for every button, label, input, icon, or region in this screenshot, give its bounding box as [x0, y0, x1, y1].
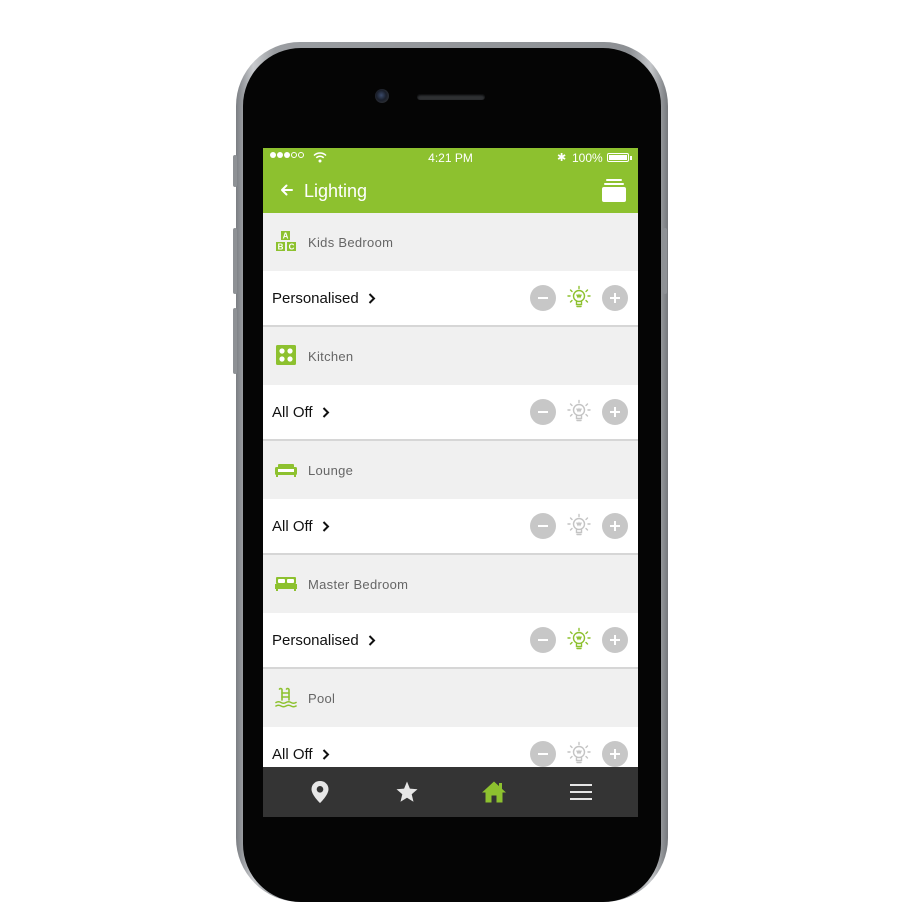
room-header-pool: Pool: [263, 669, 638, 727]
decrease-brightness-button[interactable]: [530, 627, 556, 653]
decrease-brightness-button[interactable]: [530, 741, 556, 767]
app-screen: 4:21 PM ✱ 100% Lighting A B C Kids Bedro…: [263, 148, 638, 817]
increase-brightness-button[interactable]: [602, 741, 628, 767]
room-header-master-bedroom: Master Bedroom: [263, 555, 638, 613]
mute-switch: [233, 155, 237, 187]
minus-icon: [538, 411, 548, 413]
scene-mode-link[interactable]: All Off: [272, 404, 330, 421]
scene-mode-link[interactable]: Personalised: [272, 290, 376, 307]
svg-text:B: B: [278, 243, 284, 252]
app-header: Lighting: [263, 168, 638, 213]
plus-icon: [610, 407, 620, 417]
plus-icon: [610, 635, 620, 645]
room-control-row: Personalised: [263, 271, 638, 327]
decrease-brightness-button[interactable]: [530, 285, 556, 311]
plus-icon: [610, 749, 620, 759]
increase-brightness-button[interactable]: [602, 399, 628, 425]
back-arrow-icon: [281, 184, 293, 196]
light-bulb-on-icon[interactable]: [566, 627, 592, 653]
abc-blocks-icon: A B C: [276, 231, 296, 252]
svg-text:C: C: [289, 243, 295, 252]
room-name: Kids Bedroom: [308, 235, 394, 250]
page-title: Lighting: [304, 181, 368, 201]
star-icon: [396, 781, 417, 802]
minus-icon: [538, 639, 548, 641]
room-name: Master Bedroom: [308, 577, 409, 592]
room-control-row: Personalised: [263, 613, 638, 669]
power-button: [663, 228, 667, 294]
volume-up-button: [233, 228, 237, 294]
battery-percentage: 100%: [572, 151, 603, 165]
tab-home[interactable]: [447, 767, 540, 817]
room-name: Pool: [308, 691, 336, 706]
plus-icon: [610, 521, 620, 531]
room-header-kitchen: Kitchen: [263, 327, 638, 385]
volume-down-button: [233, 308, 237, 374]
increase-brightness-button[interactable]: [602, 285, 628, 311]
scene-mode-label: All Off: [272, 518, 313, 535]
svg-text:A: A: [283, 232, 289, 241]
scene-mode-label: All Off: [272, 746, 313, 763]
increase-brightness-button[interactable]: [602, 627, 628, 653]
layers-icon: [602, 179, 626, 202]
minus-icon: [538, 753, 548, 755]
chevron-right-icon: [368, 293, 376, 304]
room-name: Lounge: [308, 463, 354, 478]
scene-mode-label: Personalised: [272, 632, 359, 649]
increase-brightness-button[interactable]: [602, 513, 628, 539]
room-control-row: All Off: [263, 727, 638, 767]
earpiece-speaker: [417, 94, 485, 100]
room-header-kids-bedroom: A B C Kids Bedroom: [263, 213, 638, 271]
stove-icon: [276, 345, 296, 365]
sofa-icon: [275, 464, 297, 477]
room-header-lounge: Lounge: [263, 441, 638, 499]
minus-icon: [538, 297, 548, 299]
room-control-row: All Off: [263, 499, 638, 555]
chevron-right-icon: [322, 407, 329, 418]
menu-icon: [569, 784, 592, 800]
minus-icon: [538, 525, 548, 527]
light-bulb-off-icon[interactable]: [566, 741, 592, 767]
layers-button[interactable]: [600, 178, 628, 204]
location-icon: [311, 781, 328, 803]
scene-mode-label: All Off: [272, 404, 313, 421]
home-icon: [481, 781, 506, 803]
plus-icon: [610, 293, 620, 303]
scene-mode-link[interactable]: Personalised: [272, 632, 376, 649]
bottom-tab-bar: [263, 767, 638, 817]
room-list: A B C Kids Bedroom Personalised Kitchen …: [263, 213, 638, 767]
scene-mode-link[interactable]: All Off: [272, 518, 330, 535]
tab-location[interactable]: [273, 767, 366, 817]
chevron-right-icon: [368, 635, 376, 646]
chevron-right-icon: [322, 749, 329, 760]
decrease-brightness-button[interactable]: [530, 513, 556, 539]
battery-icon: [607, 153, 632, 162]
light-bulb-off-icon[interactable]: [566, 513, 592, 539]
room-name: Kitchen: [308, 349, 354, 364]
tab-favourites[interactable]: [360, 767, 453, 817]
status-bar: 4:21 PM ✱ 100%: [263, 148, 638, 168]
room-control-row: All Off: [263, 385, 638, 441]
back-button[interactable]: [273, 176, 301, 204]
light-bulb-off-icon[interactable]: [566, 399, 592, 425]
front-camera: [375, 89, 389, 103]
chevron-right-icon: [322, 521, 329, 532]
scene-mode-label: Personalised: [272, 290, 359, 307]
decrease-brightness-button[interactable]: [530, 399, 556, 425]
bluetooth-icon: ✱: [557, 152, 567, 164]
tab-menu[interactable]: [534, 767, 627, 817]
pool-ladder-icon: [275, 687, 297, 708]
scene-mode-link[interactable]: All Off: [272, 746, 330, 763]
bed-icon: [275, 577, 297, 591]
light-bulb-on-icon[interactable]: [566, 285, 592, 311]
